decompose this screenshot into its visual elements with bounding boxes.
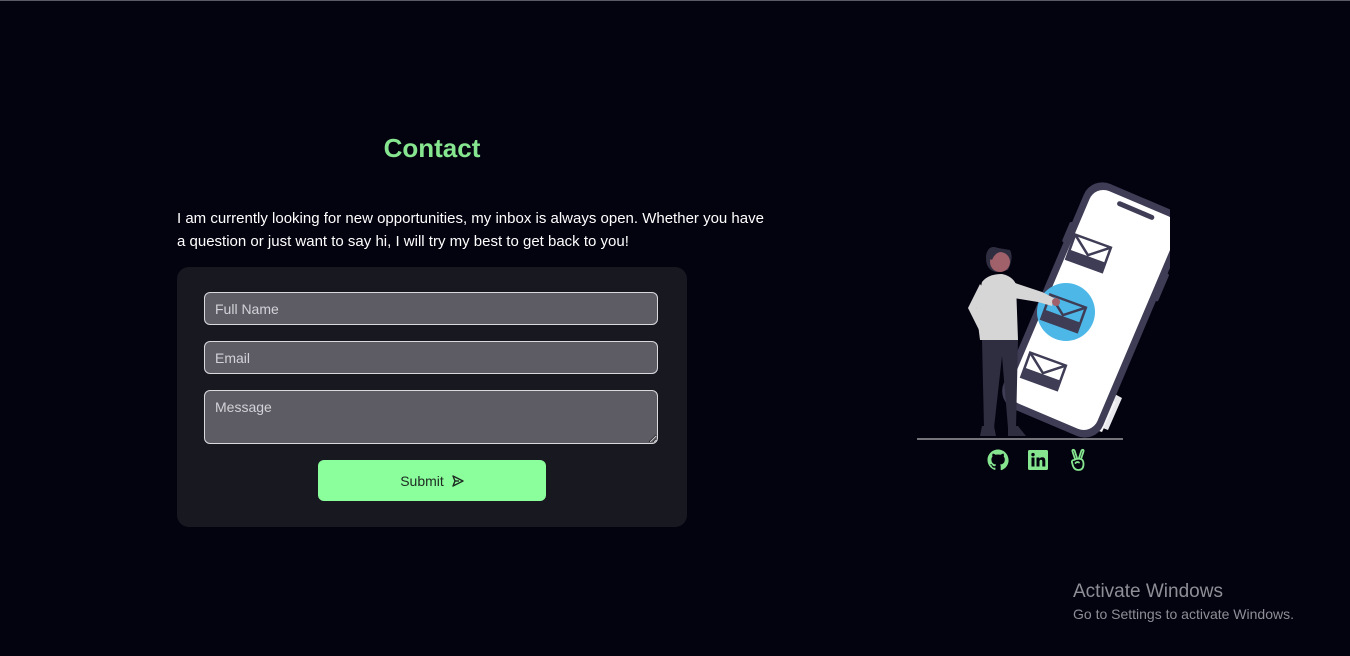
contact-form: Submit [177, 267, 687, 527]
full-name-input[interactable] [204, 292, 658, 325]
linkedin-icon[interactable] [1026, 448, 1050, 472]
submit-button[interactable]: Submit [318, 460, 546, 501]
send-icon [452, 474, 464, 487]
submit-label: Submit [400, 472, 444, 489]
intro-text: I am currently looking for new opportuni… [177, 210, 764, 250]
contact-illustration [910, 180, 1185, 445]
github-icon[interactable] [986, 448, 1010, 472]
window-top-border [0, 0, 1350, 1]
email-input[interactable] [204, 341, 658, 374]
page-title: Contact [383, 133, 481, 163]
windows-activation-watermark: Activate Windows Go to Settings to activ… [1073, 580, 1294, 625]
angellist-icon[interactable] [1066, 448, 1090, 472]
watermark-subtitle: Go to Settings to activate Windows. [1073, 606, 1294, 622]
watermark-title: Activate Windows [1073, 581, 1223, 602]
social-links [986, 448, 1090, 472]
message-textarea[interactable] [204, 390, 658, 444]
